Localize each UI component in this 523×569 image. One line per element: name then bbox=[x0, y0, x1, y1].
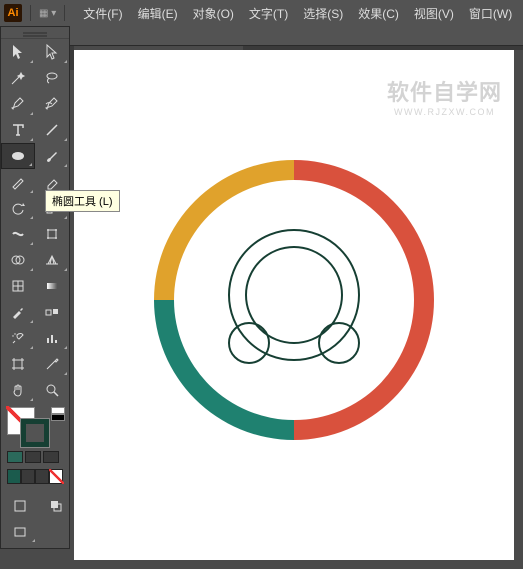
titlebar: Ai ▦ ▾ 文件(F) 编辑(E) 对象(O) 文字(T) 选择(S) 效果(… bbox=[0, 0, 523, 26]
separator bbox=[64, 5, 65, 21]
color-swatch-2[interactable] bbox=[35, 469, 49, 484]
menu-object[interactable]: 对象(O) bbox=[187, 3, 240, 24]
fill-stroke-indicator[interactable] bbox=[5, 407, 67, 447]
menu-select[interactable]: 选择(S) bbox=[297, 3, 349, 24]
direct-selection-tool[interactable] bbox=[35, 39, 69, 65]
rotate-tool[interactable] bbox=[1, 195, 35, 221]
tool-tooltip: 椭圆工具 (L) bbox=[45, 190, 120, 212]
main-menu: 文件(F) 编辑(E) 对象(O) 文字(T) 选择(S) 效果(C) 视图(V… bbox=[77, 3, 518, 24]
hand-tool[interactable] bbox=[1, 377, 35, 403]
pen-tool[interactable] bbox=[1, 91, 35, 117]
swatch-area bbox=[1, 403, 69, 490]
control-bar bbox=[0, 26, 523, 46]
separator bbox=[30, 5, 31, 21]
selection-tool[interactable] bbox=[1, 39, 35, 65]
curvature-tool[interactable] bbox=[35, 91, 69, 117]
menu-type[interactable]: 文字(T) bbox=[243, 3, 294, 24]
perspective-grid-tool[interactable] bbox=[35, 247, 69, 273]
color-row bbox=[5, 467, 65, 486]
tools-panel-grip[interactable] bbox=[1, 27, 69, 39]
paintbrush-tool[interactable] bbox=[35, 143, 69, 169]
artboard-tool[interactable] bbox=[1, 351, 35, 377]
mesh-tool[interactable] bbox=[1, 273, 35, 299]
screen-mode-icons bbox=[1, 490, 69, 548]
menu-edit[interactable]: 编辑(E) bbox=[132, 3, 184, 24]
watermark-url: WWW.RJZXW.COM bbox=[387, 107, 502, 117]
slice-tool[interactable] bbox=[35, 351, 69, 377]
line-segment-tool[interactable] bbox=[35, 117, 69, 143]
lasso-tool[interactable] bbox=[35, 65, 69, 91]
zoom-tool[interactable] bbox=[35, 377, 69, 403]
draw-mode-row bbox=[5, 451, 65, 463]
app-icon: Ai bbox=[4, 4, 22, 22]
tool-grid bbox=[1, 39, 69, 403]
stroke-swatch[interactable] bbox=[21, 419, 49, 447]
menu-effect[interactable]: 效果(C) bbox=[352, 3, 405, 24]
blend-tool[interactable] bbox=[35, 299, 69, 325]
menu-window[interactable]: 窗口(W) bbox=[463, 3, 518, 24]
spacer bbox=[39, 520, 73, 544]
menu-view[interactable]: 视图(V) bbox=[408, 3, 460, 24]
width-tool[interactable] bbox=[1, 221, 35, 247]
magic-wand-tool[interactable] bbox=[1, 65, 35, 91]
color-swatch-0[interactable] bbox=[7, 469, 21, 484]
gradient-tool[interactable] bbox=[35, 273, 69, 299]
type-tool[interactable] bbox=[1, 117, 35, 143]
workspace: 软件自学网 WWW.RJZXW.COM bbox=[74, 50, 523, 569]
swap-default-icons[interactable] bbox=[51, 407, 65, 421]
shaper-tool[interactable] bbox=[1, 169, 35, 195]
symbol-sprayer-tool[interactable] bbox=[1, 325, 35, 351]
tools-panel bbox=[0, 26, 70, 549]
mode-color[interactable] bbox=[7, 451, 23, 463]
column-graph-tool[interactable] bbox=[35, 325, 69, 351]
ellipse-tool[interactable] bbox=[1, 143, 35, 169]
artwork bbox=[144, 150, 444, 450]
app-abbr: Ai bbox=[8, 7, 19, 19]
watermark-title: 软件自学网 bbox=[387, 75, 502, 107]
eyedropper-tool[interactable] bbox=[1, 299, 35, 325]
color-swatch-3[interactable] bbox=[49, 469, 63, 484]
free-transform-tool[interactable] bbox=[35, 221, 69, 247]
menu-file[interactable]: 文件(F) bbox=[77, 3, 128, 24]
watermark: 软件自学网 WWW.RJZXW.COM bbox=[387, 75, 502, 117]
shape-builder-tool[interactable] bbox=[1, 247, 35, 273]
canvas[interactable]: 软件自学网 WWW.RJZXW.COM bbox=[74, 50, 514, 560]
draw-normal-icon[interactable] bbox=[3, 494, 37, 518]
screen-mode-icon[interactable] bbox=[3, 520, 37, 544]
mode-none[interactable] bbox=[43, 451, 59, 463]
draw-behind-icon[interactable] bbox=[39, 494, 73, 518]
mode-gradient[interactable] bbox=[25, 451, 41, 463]
color-swatch-1[interactable] bbox=[21, 469, 35, 484]
bridge-icon[interactable]: ▦ ▾ bbox=[39, 8, 56, 19]
